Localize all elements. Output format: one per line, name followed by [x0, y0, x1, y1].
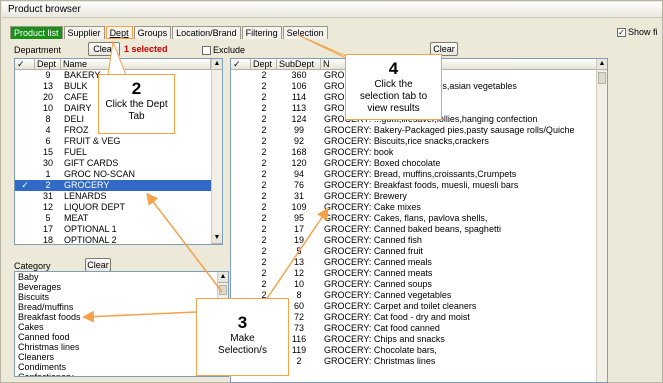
callout-4-number: 4: [388, 59, 399, 78]
arrow-to-grocery: [146, 192, 223, 293]
arrow-to-subdept: [265, 207, 329, 301]
callout-arrows: [82, 34, 367, 323]
callout-3: 3 Make Selection/s: [196, 298, 289, 376]
callout-3-text: Make Selection/s: [218, 333, 267, 356]
callout-4: 4 Click the selection tab to view result…: [345, 54, 442, 120]
callout-3-number: 3: [237, 313, 248, 332]
arrow-to-breakfast-foods: [82, 310, 197, 323]
callout-2-pointer: [107, 40, 127, 76]
callout-4-text: Click the selection tab to view results: [359, 79, 428, 114]
callout-2-text: Click the Dept Tab: [105, 99, 168, 122]
callout-2: 2 Click the Dept Tab: [98, 74, 175, 134]
callout-2-number: 2: [131, 79, 142, 98]
